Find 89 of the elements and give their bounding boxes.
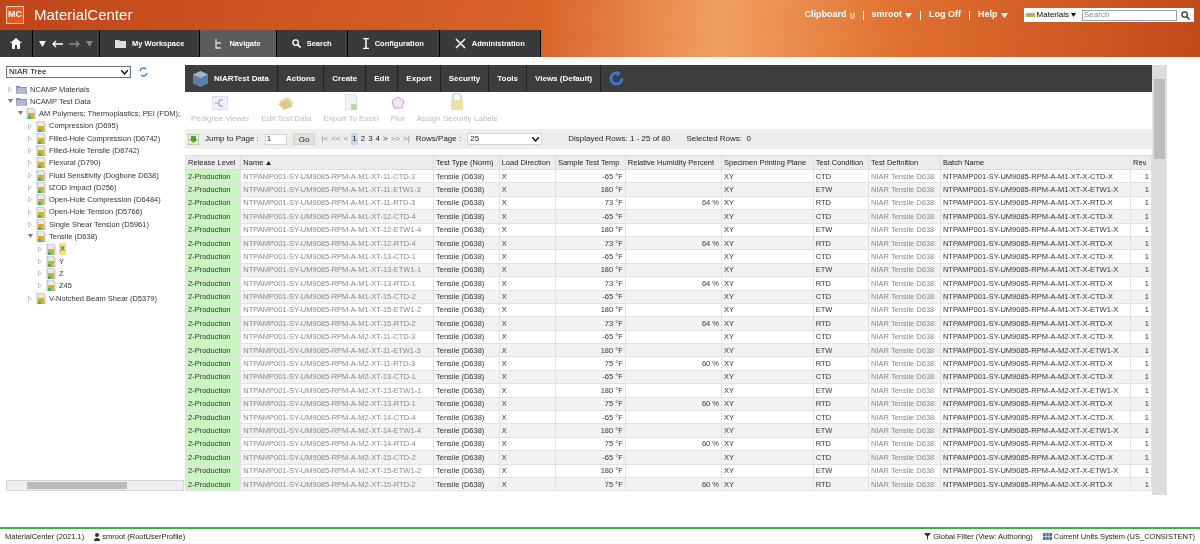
expand-arrow-icon[interactable]: [28, 197, 33, 203]
document-lock-icon: [36, 132, 46, 144]
pentagon-icon: [390, 96, 405, 110]
collapse-arrow-icon[interactable]: [28, 234, 33, 240]
tools-icon: [454, 38, 466, 49]
page-link[interactable]: 4: [375, 133, 381, 145]
document-lock-icon: [36, 169, 46, 181]
refresh-icon[interactable]: [609, 71, 626, 86]
folder-icon: [16, 84, 27, 94]
expand-arrow-icon[interactable]: [28, 185, 33, 190]
cube-icon: [193, 70, 208, 87]
document-lock-icon: [36, 120, 46, 132]
vertical-scrollbar[interactable]: [1152, 65, 1167, 495]
expand-arrow-icon[interactable]: [38, 271, 43, 277]
page-nav-link[interactable]: >: [383, 133, 388, 145]
header-link[interactable]: Help: [978, 8, 1008, 22]
document-lock-icon: [36, 157, 46, 169]
expand-arrow-icon[interactable]: [28, 160, 33, 166]
dropdown-icon[interactable]: [39, 40, 46, 47]
expand-arrow-icon[interactable]: [28, 172, 33, 178]
displayed-rows: Displayed Rows: 1 - 25 of 80: [568, 133, 671, 145]
scrollbar-thumb[interactable]: [1154, 79, 1165, 159]
expand-arrow-icon[interactable]: [28, 123, 33, 129]
expand-arrow-icon[interactable]: [8, 86, 13, 92]
collapse-arrow-icon[interactable]: [18, 111, 23, 117]
refresh-icon[interactable]: [139, 67, 148, 77]
document-lock-icon: [36, 194, 46, 206]
download-icon[interactable]: [188, 133, 199, 145]
paperclip-icon: [849, 11, 855, 19]
i-beam-icon: [362, 38, 369, 49]
diagram-icon: [212, 96, 229, 110]
page-link[interactable]: 3: [368, 133, 373, 145]
rows-per-page-select[interactable]: 25: [467, 133, 543, 145]
page-link[interactable]: 1: [351, 133, 358, 145]
expand-arrow-icon[interactable]: [28, 295, 33, 301]
filter-icon: [924, 533, 932, 540]
chevron-down-icon[interactable]: [121, 69, 128, 75]
page-link[interactable]: 2: [360, 133, 366, 145]
document-lock-icon: [46, 243, 56, 255]
folder-icon: [16, 96, 27, 106]
document-lock-icon: [36, 182, 46, 193]
person-icon: [94, 532, 101, 541]
expand-arrow-icon[interactable]: [38, 246, 43, 252]
horizontal-scrollbar[interactable]: [6, 480, 184, 491]
sort-ascending-icon[interactable]: [266, 160, 272, 165]
selected-rows: Selected Rows: 0: [686, 133, 751, 145]
search-icon: [291, 39, 301, 48]
document-lock-icon: [26, 108, 36, 120]
expand-arrow-icon[interactable]: [28, 148, 33, 154]
document-lock-icon: [36, 231, 46, 243]
tree-select[interactable]: NIAR Tree: [6, 66, 131, 78]
materials-icon: [1025, 12, 1035, 18]
document-lock-icon: [36, 218, 46, 230]
document-lock-icon: [36, 145, 46, 157]
jump-label: Jump to Page :: [205, 133, 259, 145]
grid-icon: [1042, 533, 1052, 540]
menu-title: NIARTest Data: [214, 72, 269, 85]
page-field[interactable]: 1: [264, 133, 287, 145]
tree-icon: [215, 38, 224, 49]
folder-icon: [115, 39, 126, 48]
search-field[interactable]: Search: [1082, 9, 1177, 21]
domain-select[interactable]: Materials: [1023, 9, 1078, 21]
spreadsheet-icon: [344, 94, 357, 110]
dropdown-icon: [905, 12, 913, 18]
expand-arrow-icon[interactable]: [28, 209, 33, 215]
document-lock-icon: [36, 292, 46, 304]
chevron-down-icon[interactable]: [532, 136, 540, 142]
dropdown-icon: [1000, 12, 1008, 18]
document-lock-icon: [36, 206, 46, 218]
back-arrow-icon[interactable]: [52, 39, 63, 48]
app-logo: MC: [6, 6, 24, 24]
collapse-arrow-icon[interactable]: [8, 98, 13, 104]
lock-icon: [450, 93, 465, 110]
expand-arrow-icon[interactable]: [28, 221, 33, 227]
document-lock-icon: [46, 255, 56, 267]
document-lock-icon: [46, 268, 56, 280]
go-button[interactable]: Go: [292, 133, 316, 145]
search-icon[interactable]: [1181, 10, 1190, 20]
scrollbar-thumb[interactable]: [27, 482, 127, 489]
dropdown-icon[interactable]: [1071, 13, 1076, 17]
document-lock-icon: [46, 280, 56, 292]
forward-arrow-icon[interactable]: [69, 39, 80, 48]
expand-arrow-icon[interactable]: [38, 283, 43, 289]
expand-arrow-icon[interactable]: [38, 258, 43, 264]
expand-arrow-icon[interactable]: [28, 135, 33, 141]
rows-per-page-label: Rows/Page :: [415, 133, 462, 145]
pages-icon: [278, 96, 295, 110]
app-title: MaterialCenter: [34, 4, 133, 25]
home-icon: [10, 38, 22, 49]
